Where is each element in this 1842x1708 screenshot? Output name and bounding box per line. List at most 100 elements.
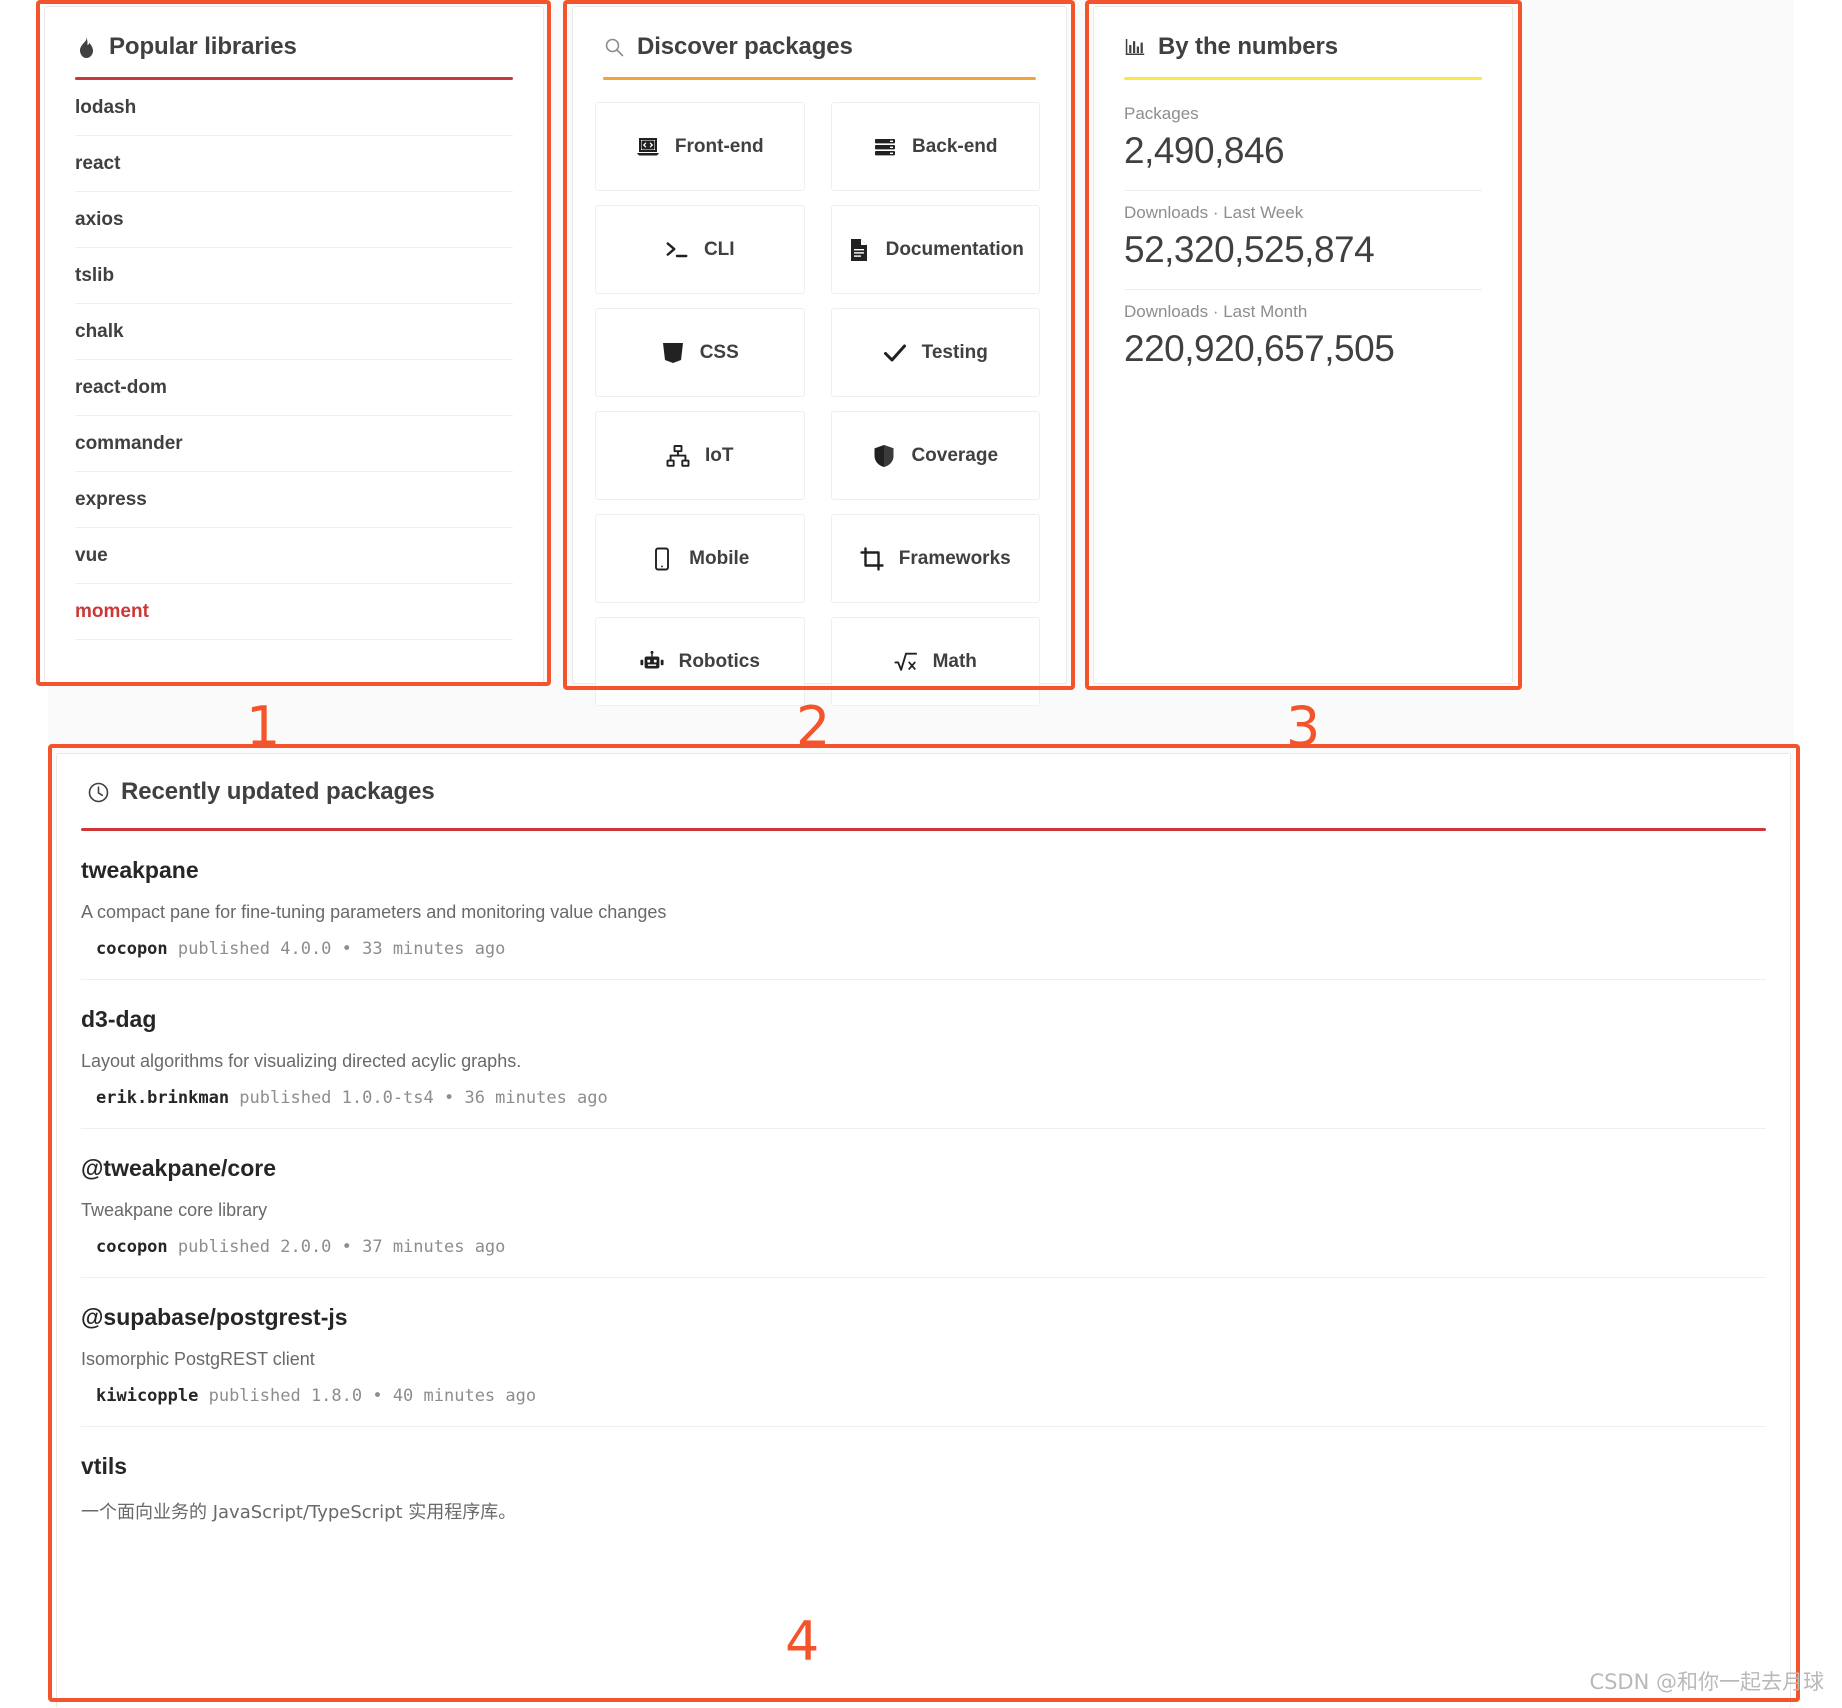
category-tile-mobile[interactable]: Mobile [595,514,805,603]
package-author[interactable]: erik.brinkman [96,1088,239,1108]
stat-value: 52,320,525,874 [1124,229,1375,270]
category-tile-coverage[interactable]: Coverage [830,411,1040,500]
package-publish-info: published 2.0.0 • 37 minutes ago [177,1237,506,1257]
package-publish-info: published 4.0.0 • 33 minutes ago [177,939,506,959]
category-tile-math[interactable]: Math [830,617,1040,706]
category-label: Math [932,650,977,672]
fire-icon [75,36,97,58]
stats-list: Packages 2,490,846 Downloads · Last Week… [1094,80,1512,388]
category-label: Back-end [911,135,998,157]
category-label: Robotics [678,650,760,672]
callout-number-4: 4 [785,1610,820,1673]
by-the-numbers-card: By the numbers Packages 2,490,846 Downlo… [1093,6,1513,684]
by-the-numbers-header: By the numbers [1094,7,1512,61]
discover-packages-title: Discover packages [637,33,853,60]
category-label: CLI [703,238,735,260]
stat-packages: Packages 2,490,846 [1124,92,1482,191]
square-root-icon [894,650,918,674]
category-label: CSS [699,341,739,363]
stat-label: Downloads · Last Week [1124,203,1304,222]
library-item[interactable]: moment [75,584,513,640]
package-name[interactable]: @supabase/postgrest-js [81,1304,1766,1331]
category-label: Coverage [911,444,999,466]
package-item: @tweakpane/core Tweakpane core library c… [81,1129,1766,1278]
css3-icon [661,341,685,365]
library-item[interactable]: commander [75,416,513,472]
category-label: Mobile [689,547,750,569]
category-tile-robotics[interactable]: Robotics [595,617,805,706]
package-author[interactable]: cocopon [96,1237,178,1257]
package-item: @supabase/postgrest-js Isomorphic PostgR… [81,1278,1766,1427]
robot-icon [640,650,664,674]
library-item[interactable]: react-dom [75,360,513,416]
package-description: Tweakpane core library [81,1200,268,1220]
popular-libraries-card: Popular libraries lodash react axios tsl… [44,6,544,684]
terminal-icon [665,238,689,262]
shield-icon [872,444,896,468]
category-label: Documentation [885,238,1024,260]
package-name[interactable]: vtils [81,1453,1766,1480]
category-label: Testing [921,341,988,363]
package-name[interactable]: d3-dag [81,1006,1766,1033]
library-item[interactable]: axios [75,192,513,248]
category-tile-css[interactable]: CSS [595,308,805,397]
category-tile-front-end[interactable]: Front-end [595,102,805,191]
recently-updated-header: Recently updated packages [57,754,1790,806]
category-tile-frameworks[interactable]: Frameworks [830,514,1040,603]
category-tile-documentation[interactable]: Documentation [830,205,1040,294]
callout-number-1: 1 [246,695,281,758]
recently-updated-title: Recently updated packages [121,778,435,805]
category-tile-iot[interactable]: IoT [595,411,805,500]
stat-value: 220,920,657,505 [1124,328,1395,369]
package-meta: cocopon published 2.0.0 • 37 minutes ago [81,1237,1766,1257]
library-item[interactable]: vue [75,528,513,584]
server-icon [873,135,897,159]
popular-libraries-title: Popular libraries [109,33,297,60]
package-item: d3-dag Layout algorithms for visualizing… [81,980,1766,1129]
category-grid: Front-end Back-end CLI Documentation CSS… [573,80,1066,706]
document-icon [847,238,871,262]
package-publish-info: published 1.0.0-ts4 • 36 minutes ago [239,1088,608,1108]
stat-label: Downloads · Last Month [1124,302,1308,321]
package-meta: kiwicopple published 1.8.0 • 40 minutes … [81,1386,1766,1406]
popular-libraries-list: lodash react axios tslib chalk react-dom… [45,80,543,640]
library-item[interactable]: express [75,472,513,528]
package-author[interactable]: kiwicopple [96,1386,209,1406]
package-item: vtils 一个面向业务的 JavaScript/TypeScript 实用程序… [81,1427,1766,1560]
bar-chart-icon [1124,36,1146,58]
package-description: Layout algorithms for visualizing direct… [81,1051,522,1071]
library-item[interactable]: react [75,136,513,192]
category-label: IoT [705,444,734,466]
network-icon [666,444,690,468]
package-name[interactable]: @tweakpane/core [81,1155,1766,1182]
discover-packages-card: Discover packages Front-end Back-end CLI… [572,6,1067,706]
library-item[interactable]: chalk [75,304,513,360]
category-tile-cli[interactable]: CLI [595,205,805,294]
mobile-icon [650,547,674,571]
category-tile-testing[interactable]: Testing [830,308,1040,397]
search-icon [603,36,625,58]
recent-packages-list: tweakpane A compact pane for fine-tuning… [57,831,1790,1560]
clock-icon [87,781,109,803]
package-author[interactable]: cocopon [96,939,178,959]
package-name[interactable]: tweakpane [81,857,1766,884]
library-item[interactable]: lodash [75,80,513,136]
package-description: A compact pane for fine-tuning parameter… [81,902,667,922]
csdn-watermark: CSDN @和你一起去月球 [1589,1670,1824,1694]
by-the-numbers-title: By the numbers [1158,33,1338,60]
package-description: 一个面向业务的 JavaScript/TypeScript 实用程序库。 [81,1502,517,1523]
check-icon [883,341,907,365]
laptop-code-icon [636,135,660,159]
page-root: Popular libraries lodash react axios tsl… [0,0,1842,1708]
discover-packages-header: Discover packages [573,7,1066,61]
callout-number-2: 2 [796,695,831,758]
category-label: Front-end [674,135,764,157]
popular-libraries-header: Popular libraries [45,7,543,61]
package-description: Isomorphic PostgREST client [81,1349,315,1369]
package-publish-info: published 1.8.0 • 40 minutes ago [208,1386,537,1406]
package-item: tweakpane A compact pane for fine-tuning… [81,831,1766,980]
stat-downloads-last-week: Downloads · Last Week 52,320,525,874 [1124,191,1482,290]
package-meta: cocopon published 4.0.0 • 33 minutes ago [81,939,1766,959]
category-tile-back-end[interactable]: Back-end [830,102,1040,191]
library-item[interactable]: tslib [75,248,513,304]
